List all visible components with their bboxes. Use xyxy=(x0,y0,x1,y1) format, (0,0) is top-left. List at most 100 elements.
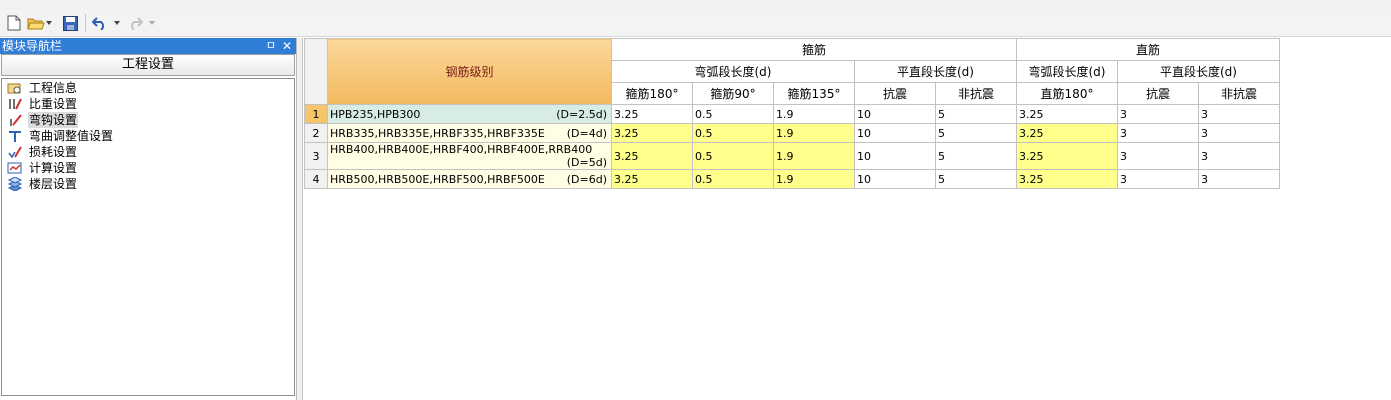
tree-item-label: 弯曲调整值设置 xyxy=(29,129,114,143)
header-stirrup-135: 箍筋135° xyxy=(773,82,855,105)
grade-diameter: (D=4d) xyxy=(566,126,607,140)
cell-straight-180[interactable]: 3.25 xyxy=(1016,169,1118,189)
tree-item-density-settings[interactable]: 比重设置 xyxy=(2,96,294,112)
grade-diameter: (D=6d) xyxy=(566,172,607,186)
loss-settings-icon xyxy=(7,145,23,159)
header-straight-flat-length: 平直段长度(d) xyxy=(1117,60,1280,83)
cell-stirrup-non-seismic[interactable]: 5 xyxy=(935,142,1017,170)
tree-item-hook-settings[interactable]: 弯钩设置 xyxy=(2,112,294,128)
project-info-icon xyxy=(7,81,23,95)
floor-settings-icon xyxy=(7,176,23,192)
hook-settings-icon xyxy=(7,113,23,127)
cell-straight-non-seismic[interactable]: 3 xyxy=(1198,104,1280,124)
cell-straight-180[interactable]: 3.25 xyxy=(1016,142,1118,170)
save-icon[interactable] xyxy=(63,14,78,32)
bend-adjust-icon xyxy=(7,129,23,143)
cell-stirrup-seismic[interactable]: 10 xyxy=(854,104,936,124)
cell-straight-seismic[interactable]: 3 xyxy=(1117,169,1199,189)
cell-stirrup-180[interactable]: 3.25 xyxy=(611,142,693,170)
cell-stirrup-non-seismic[interactable]: 5 xyxy=(935,169,1017,189)
hook-settings-table: 钢筋级别 箍筋 直筋 弯弧段长度(d) 平直段长度(d) 弯弧段长度(d) 平直… xyxy=(304,38,1280,189)
tree-item-bend-adjust[interactable]: 弯曲调整值设置 xyxy=(2,128,294,144)
cell-stirrup-135[interactable]: 1.9 xyxy=(773,123,855,143)
header-stirrup-non-seismic: 非抗震 xyxy=(935,82,1017,105)
header-straight-non-seismic: 非抗震 xyxy=(1198,82,1280,105)
row-number[interactable]: 2 xyxy=(304,123,328,143)
tree-item-label: 弯钩设置 xyxy=(28,112,79,128)
undo-dropdown-icon[interactable] xyxy=(114,14,120,32)
open-folder-icon[interactable] xyxy=(27,14,45,32)
redo-icon xyxy=(127,14,143,32)
pin-icon[interactable]: ㅁ xyxy=(266,38,276,54)
tree-item-label: 比重设置 xyxy=(29,97,78,111)
grade-cell: HRB335,HRB335E,HRBF335,HRBF335E (D=4d) xyxy=(327,123,612,143)
cell-straight-seismic[interactable]: 3 xyxy=(1117,142,1199,170)
tree-item-calc-settings[interactable]: 计算设置 xyxy=(2,160,294,176)
cell-stirrup-seismic[interactable]: 10 xyxy=(854,123,936,143)
cell-straight-non-seismic[interactable]: 3 xyxy=(1198,123,1280,143)
panel-title: 模块导航栏 xyxy=(2,39,63,53)
row-number[interactable]: 1 xyxy=(304,104,328,124)
cell-stirrup-135[interactable]: 1.9 xyxy=(773,142,855,170)
menu-bar xyxy=(0,0,1391,9)
new-file-icon[interactable] xyxy=(7,14,21,32)
cell-straight-non-seismic[interactable]: 3 xyxy=(1198,142,1280,170)
tree-item-floor-settings[interactable]: 楼层设置 xyxy=(2,176,294,192)
settings-tree: 工程信息 比重设置 弯钩设置 弯曲调整值设置 损耗设置 计算设置 楼层设置 xyxy=(1,78,295,396)
grid-corner[interactable] xyxy=(304,38,328,105)
cell-stirrup-135[interactable]: 1.9 xyxy=(773,169,855,189)
tree-item-label: 计算设置 xyxy=(29,161,78,175)
close-icon[interactable]: ✕ xyxy=(282,38,292,54)
tree-item-label: 工程信息 xyxy=(29,81,78,95)
cell-stirrup-non-seismic[interactable]: 5 xyxy=(935,123,1017,143)
project-settings-header[interactable]: 工程设置 xyxy=(1,54,295,76)
cell-straight-non-seismic[interactable]: 3 xyxy=(1198,169,1280,189)
density-settings-icon xyxy=(7,97,23,111)
header-stirrup-flat-length: 平直段长度(d) xyxy=(854,60,1017,83)
grade-name: HPB235,HPB300 xyxy=(330,107,421,121)
tree-item-label: 损耗设置 xyxy=(29,145,78,159)
open-dropdown-icon[interactable] xyxy=(46,14,52,32)
cell-stirrup-non-seismic[interactable]: 5 xyxy=(935,104,1017,124)
tree-item-project-info[interactable]: 工程信息 xyxy=(2,80,294,96)
table-row: 3 HRB400,HRB400E,HRBF400,HRBF400E,RRB400… xyxy=(304,142,1280,170)
grade-diameter: (D=2.5d) xyxy=(556,107,607,121)
header-straight-180: 直筋180° xyxy=(1016,82,1118,105)
cell-stirrup-seismic[interactable]: 10 xyxy=(854,142,936,170)
cell-straight-seismic[interactable]: 3 xyxy=(1117,104,1199,124)
table-row: 1 HPB235,HPB300 (D=2.5d) 3.25 0.5 1.9 10 … xyxy=(304,104,1280,124)
grade-name: HRB500,HRB500E,HRBF500,HRBF500E xyxy=(330,172,545,186)
cell-stirrup-90[interactable]: 0.5 xyxy=(692,104,774,124)
cell-straight-180[interactable]: 3.25 xyxy=(1016,123,1118,143)
header-straight-arc-length: 弯弧段长度(d) xyxy=(1016,60,1118,83)
cell-straight-seismic[interactable]: 3 xyxy=(1117,123,1199,143)
tree-item-label: 楼层设置 xyxy=(29,177,78,191)
grade-cell: HRB500,HRB500E,HRBF500,HRBF500E (D=6d) xyxy=(327,169,612,189)
redo-dropdown-icon xyxy=(149,14,155,32)
undo-icon[interactable] xyxy=(92,14,108,32)
grade-diameter: (D=5d) xyxy=(566,156,607,169)
row-number[interactable]: 3 xyxy=(304,142,328,170)
grade-name: HRB400,HRB400E,HRBF400,HRBF400E,RRB400 xyxy=(330,143,593,157)
cell-stirrup-180[interactable]: 3.25 xyxy=(611,123,693,143)
tree-item-loss-settings[interactable]: 损耗设置 xyxy=(2,144,294,160)
cell-stirrup-seismic[interactable]: 10 xyxy=(854,169,936,189)
cell-straight-180[interactable]: 3.25 xyxy=(1016,104,1118,124)
header-stirrup-180: 箍筋180° xyxy=(611,82,693,105)
header-group-straight: 直筋 xyxy=(1016,38,1280,61)
cell-stirrup-90[interactable]: 0.5 xyxy=(692,142,774,170)
row-number[interactable]: 4 xyxy=(304,169,328,189)
cell-stirrup-135[interactable]: 1.9 xyxy=(773,104,855,124)
panel-splitter[interactable] xyxy=(297,38,303,400)
cell-stirrup-90[interactable]: 0.5 xyxy=(692,169,774,189)
header-stirrup-seismic: 抗震 xyxy=(854,82,936,105)
cell-stirrup-180[interactable]: 3.25 xyxy=(611,104,693,124)
toolbar-separator xyxy=(85,14,86,32)
grade-cell: HPB235,HPB300 (D=2.5d) xyxy=(327,104,612,124)
module-navigation-panel: 模块导航栏 ㅁ ✕ 工程设置 工程信息 比重设置 弯钩设置 弯曲调整值设置 损耗… xyxy=(0,38,297,400)
header-stirrup-arc-length: 弯弧段长度(d) xyxy=(611,60,855,83)
header-steel-grade: 钢筋级别 xyxy=(327,38,612,105)
cell-stirrup-90[interactable]: 0.5 xyxy=(692,123,774,143)
table-row: 2 HRB335,HRB335E,HRBF335,HRBF335E (D=4d) … xyxy=(304,123,1280,143)
cell-stirrup-180[interactable]: 3.25 xyxy=(611,169,693,189)
